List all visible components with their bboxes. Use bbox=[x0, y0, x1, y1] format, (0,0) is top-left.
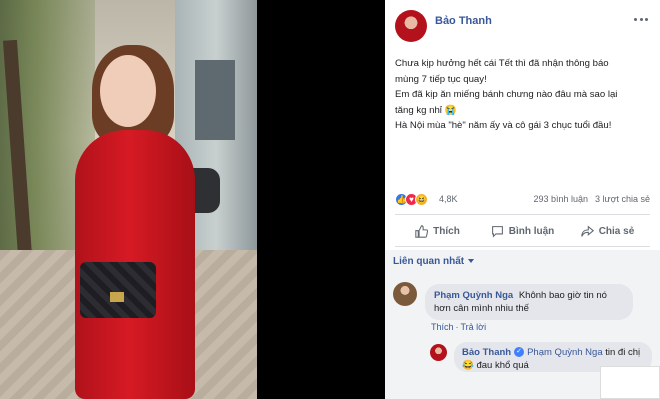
photo-viewer bbox=[0, 0, 385, 399]
like-label: Thích bbox=[433, 225, 460, 237]
post-header: Bảo Thanh bbox=[385, 0, 660, 50]
post-line: mùng 7 tiếp tục quay! bbox=[395, 73, 487, 85]
commenter-avatar[interactable] bbox=[393, 282, 417, 306]
share-label: Chia sẻ bbox=[598, 225, 635, 237]
comment-actions: Thích · Trả lời bbox=[431, 322, 486, 332]
comment-input-overlay[interactable] bbox=[600, 366, 660, 399]
author-avatar[interactable] bbox=[395, 10, 427, 42]
share-button[interactable]: Chia sẻ bbox=[565, 218, 650, 244]
comment-like-link[interactable]: Thích bbox=[431, 322, 454, 332]
divider bbox=[395, 214, 650, 215]
comment-bubble: Phạm Quỳnh Nga Khônh bao giờ tin nó hơn … bbox=[425, 284, 633, 320]
post-line: Em đã kịp ăn miếng bánh chưng nào đâu mà… bbox=[395, 89, 618, 100]
post-line: tăng kg nhỉ 😭 bbox=[395, 104, 457, 116]
reaction-count[interactable]: 4,8K bbox=[439, 194, 458, 204]
like-button[interactable]: Thích bbox=[395, 218, 480, 244]
separator-dot: · bbox=[455, 322, 459, 332]
more-options-icon[interactable] bbox=[634, 18, 648, 22]
post-line: Chưa kịp hưởng hết cái Tết thì đã nhận t… bbox=[395, 58, 609, 69]
share-count[interactable]: 3 lượt chia sẻ bbox=[595, 194, 650, 204]
photo-handbag-clasp bbox=[110, 292, 124, 302]
comment-icon bbox=[491, 225, 503, 238]
reply-mention[interactable]: Phạm Quỳnh Nga bbox=[527, 347, 603, 358]
post-text: Chưa kịp hưởng hết cái Tết thì đã nhận t… bbox=[395, 56, 653, 134]
thumbs-up-icon bbox=[415, 224, 429, 238]
comment-sort-dropdown[interactable]: Liên quan nhất bbox=[393, 256, 475, 267]
author-name[interactable]: Bảo Thanh bbox=[435, 15, 492, 27]
reaction-icons[interactable]: 👍 ♥ 😆 bbox=[395, 193, 428, 206]
reaction-summary: 👍 ♥ 😆 4,8K 293 bình luận 3 lượt chia sẻ bbox=[395, 192, 650, 208]
verified-badge-icon: ✓ bbox=[514, 347, 525, 358]
photo-handbag bbox=[80, 262, 156, 318]
photo-building-window bbox=[195, 60, 235, 140]
post-panel: Bảo Thanh Chưa kịp hưởng hết cái Tết thì… bbox=[385, 0, 660, 399]
commenter-name[interactable]: Phạm Quỳnh Nga bbox=[434, 290, 513, 301]
photo-woman-face bbox=[100, 55, 156, 127]
haha-icon: 😆 bbox=[415, 193, 428, 206]
comment-button[interactable]: Bình luận bbox=[480, 218, 565, 244]
reply-author-name[interactable]: Bảo Thanh bbox=[462, 347, 511, 358]
share-icon bbox=[580, 224, 594, 237]
post-actions: Thích Bình luận Chia sẻ bbox=[395, 218, 650, 244]
post-photo[interactable] bbox=[0, 0, 257, 399]
caret-down-icon bbox=[468, 259, 475, 264]
comment-reply-link[interactable]: Trả lời bbox=[461, 322, 487, 332]
reply-author-avatar[interactable] bbox=[430, 344, 447, 361]
comment-label: Bình luận bbox=[508, 225, 555, 237]
comment-count[interactable]: 293 bình luận bbox=[533, 194, 588, 204]
divider bbox=[395, 246, 650, 247]
post-line: Hà Nội mùa "hè" năm ấy và cô gái 3 chục … bbox=[395, 120, 612, 131]
comments-section: Liên quan nhất Phạm Quỳnh Nga Khônh bao … bbox=[385, 250, 660, 399]
comment-sort-label: Liên quan nhất bbox=[393, 256, 465, 267]
